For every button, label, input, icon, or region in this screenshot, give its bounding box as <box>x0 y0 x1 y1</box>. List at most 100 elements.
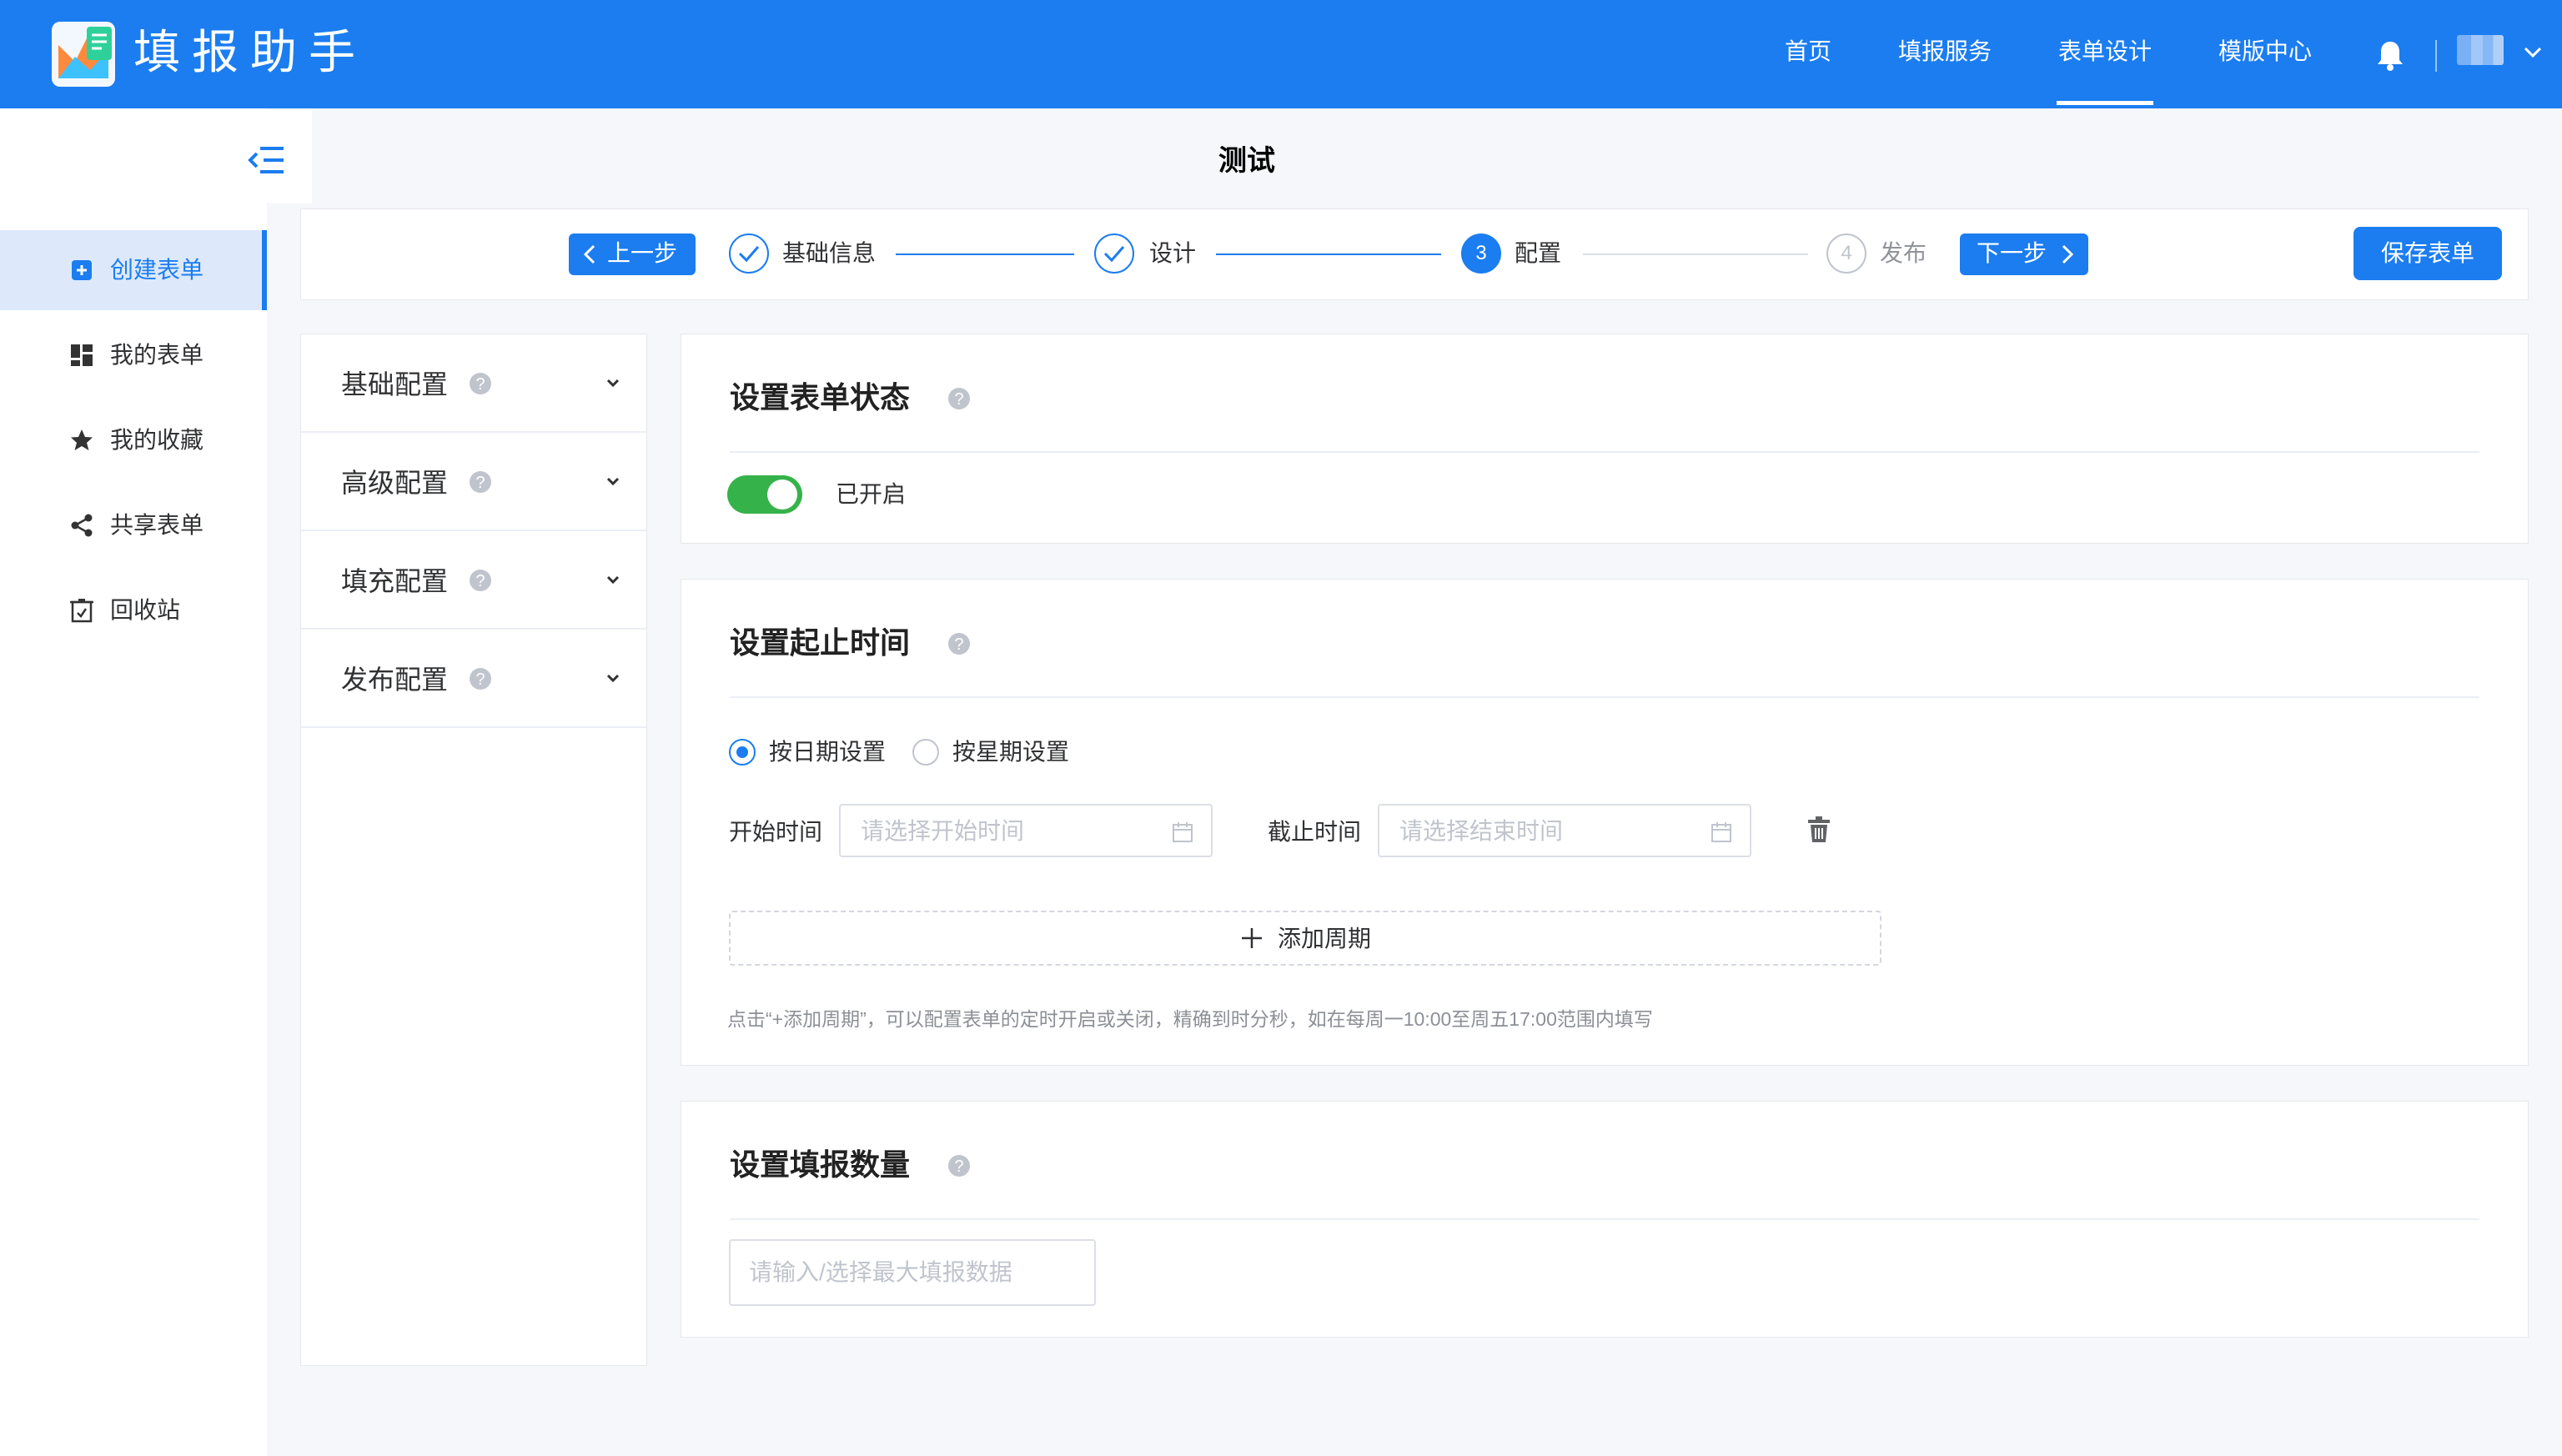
config-item-fill[interactable]: 填充配置 ? <box>301 531 646 630</box>
step-2-check-icon <box>1094 233 1134 274</box>
form-status-card: 设置表单状态 ? <box>681 334 2529 544</box>
end-time-input[interactable]: 请选择结束时间 <box>1378 804 1751 857</box>
grid-icon <box>71 344 93 366</box>
config-item-label: 发布配置 <box>341 665 449 695</box>
chevron-down-icon[interactable] <box>603 668 623 688</box>
next-step-label: 下一步 <box>1977 240 2047 266</box>
toggle-label: 已开启 <box>836 481 907 507</box>
add-period-label: 添加周期 <box>1278 926 1372 951</box>
sidebar: 创建表单 我的表单 我的收藏 共享表单 回收站 <box>0 108 267 1456</box>
add-period-hint: 点击“+添加周期”，可以配置表单的定时开启或关闭，精确到时分秒，如在每周一10:… <box>727 1008 1653 1030</box>
prev-step-button[interactable]: 上一步 <box>569 233 696 275</box>
step-4-label: 发布 <box>1880 240 1927 266</box>
sidebar-item-label: 共享表单 <box>110 512 204 538</box>
sidebar-item-shared-forms[interactable]: 共享表单 <box>0 485 267 565</box>
help-icon[interactable]: ? <box>947 631 972 656</box>
svg-text:?: ? <box>475 375 485 394</box>
prev-step-label: 上一步 <box>607 240 678 266</box>
svg-text:?: ? <box>475 670 485 689</box>
top-header: 填报助手 首页 填报服务 表单设计 模版中心 <box>0 0 2562 108</box>
nav-active-indicator <box>2057 101 2153 105</box>
config-item-advanced[interactable]: 高级配置 ? <box>301 433 646 531</box>
form-status-toggle[interactable] <box>727 475 802 514</box>
help-icon[interactable]: ? <box>468 666 493 691</box>
end-time-placeholder: 请选择结束时间 <box>1399 818 1564 844</box>
divider <box>730 696 2479 698</box>
step-3-label: 配置 <box>1515 240 1562 266</box>
start-time-input[interactable]: 请选择开始时间 <box>839 804 1213 857</box>
card-title: 设置填报数量 <box>730 1147 911 1182</box>
share-icon <box>71 514 93 537</box>
bell-icon[interactable] <box>2375 38 2405 72</box>
star-icon <box>71 429 93 450</box>
chevron-right-icon <box>2062 244 2074 264</box>
chevron-down-icon[interactable] <box>603 471 623 491</box>
chevron-down-icon[interactable] <box>603 570 623 590</box>
plus-square-icon <box>72 260 92 280</box>
calendar-icon <box>1173 822 1193 842</box>
svg-text:?: ? <box>954 635 963 654</box>
help-icon[interactable]: ? <box>468 568 493 593</box>
sidebar-item-my-forms[interactable]: 我的表单 <box>0 315 267 395</box>
svg-text:?: ? <box>954 1157 963 1176</box>
config-item-basic[interactable]: 基础配置 ? <box>301 334 646 433</box>
card-title: 设置表单状态 <box>730 380 911 414</box>
header-separator <box>2435 40 2437 72</box>
config-item-label: 填充配置 <box>341 566 449 596</box>
add-period-button[interactable]: 添加周期 <box>729 911 1881 966</box>
nav-form-design[interactable]: 表单设计 <box>2058 33 2152 70</box>
help-icon[interactable]: ? <box>468 469 493 495</box>
config-item-publish[interactable]: 发布配置 ? <box>301 630 646 728</box>
page-title: 测试 <box>1218 145 1275 177</box>
check-icon <box>1103 246 1125 263</box>
chevron-down-icon[interactable] <box>603 373 623 393</box>
radio-by-date[interactable] <box>729 739 756 766</box>
app-logo-icon[interactable] <box>50 20 117 88</box>
recycle-bin-icon <box>70 599 93 623</box>
sidebar-item-label: 回收站 <box>110 597 181 623</box>
sidebar-item-label: 创建表单 <box>110 257 204 283</box>
divider <box>730 1218 2479 1220</box>
save-form-button[interactable]: 保存表单 <box>2354 227 2502 280</box>
step-1-check-icon <box>729 233 769 274</box>
check-icon <box>738 246 760 263</box>
help-icon[interactable]: ? <box>947 1153 972 1178</box>
sidebar-item-label: 我的收藏 <box>110 427 204 453</box>
sidebar-item-create-form[interactable]: 创建表单 <box>0 230 267 310</box>
avatar[interactable] <box>2457 35 2504 65</box>
start-time-label: 开始时间 <box>729 819 823 845</box>
chevron-left-icon <box>583 244 595 264</box>
end-time-label: 截止时间 <box>1268 819 1362 845</box>
svg-text:?: ? <box>475 572 485 590</box>
radio-by-date-label[interactable]: 按日期设置 <box>769 734 886 771</box>
step-3-number: 3 <box>1461 233 1501 274</box>
max-fill-count-field[interactable] <box>729 1239 1096 1306</box>
sidebar-item-favorites[interactable]: 我的收藏 <box>0 400 267 480</box>
chevron-down-icon[interactable] <box>2520 40 2545 65</box>
start-time-placeholder: 请选择开始时间 <box>861 818 1025 844</box>
trash-icon[interactable] <box>1806 816 1831 844</box>
svg-text:?: ? <box>954 390 963 409</box>
menu-collapse-icon[interactable] <box>247 143 287 177</box>
sidebar-item-label: 我的表单 <box>110 342 204 368</box>
next-step-button[interactable]: 下一步 <box>1960 233 2088 275</box>
radio-by-week[interactable] <box>912 739 939 766</box>
toggle-knob <box>767 479 797 510</box>
nav-fill-service[interactable]: 填报服务 <box>1898 33 1992 70</box>
help-icon[interactable]: ? <box>468 371 493 396</box>
sidebar-item-recycle-bin[interactable]: 回收站 <box>0 570 267 650</box>
step-connector <box>896 254 1074 255</box>
config-menu: 基础配置 ? 高级配置 ? 填充配置 ? 发布配置 ? <box>300 334 647 1366</box>
config-item-label: 基础配置 <box>341 369 449 399</box>
radio-by-week-label[interactable]: 按星期设置 <box>952 734 1069 771</box>
nav-home[interactable]: 首页 <box>1785 33 1831 70</box>
card-title: 设置起止时间 <box>730 625 911 660</box>
step-4-number: 4 <box>1826 233 1866 274</box>
plus-icon <box>1242 928 1262 948</box>
step-1-label: 基础信息 <box>782 240 877 266</box>
max-fill-count-input[interactable] <box>749 1241 1083 1304</box>
divider <box>730 451 2479 453</box>
nav-template-center[interactable]: 模版中心 <box>2218 33 2312 70</box>
config-item-label: 高级配置 <box>341 468 449 498</box>
help-icon[interactable]: ? <box>947 386 972 411</box>
